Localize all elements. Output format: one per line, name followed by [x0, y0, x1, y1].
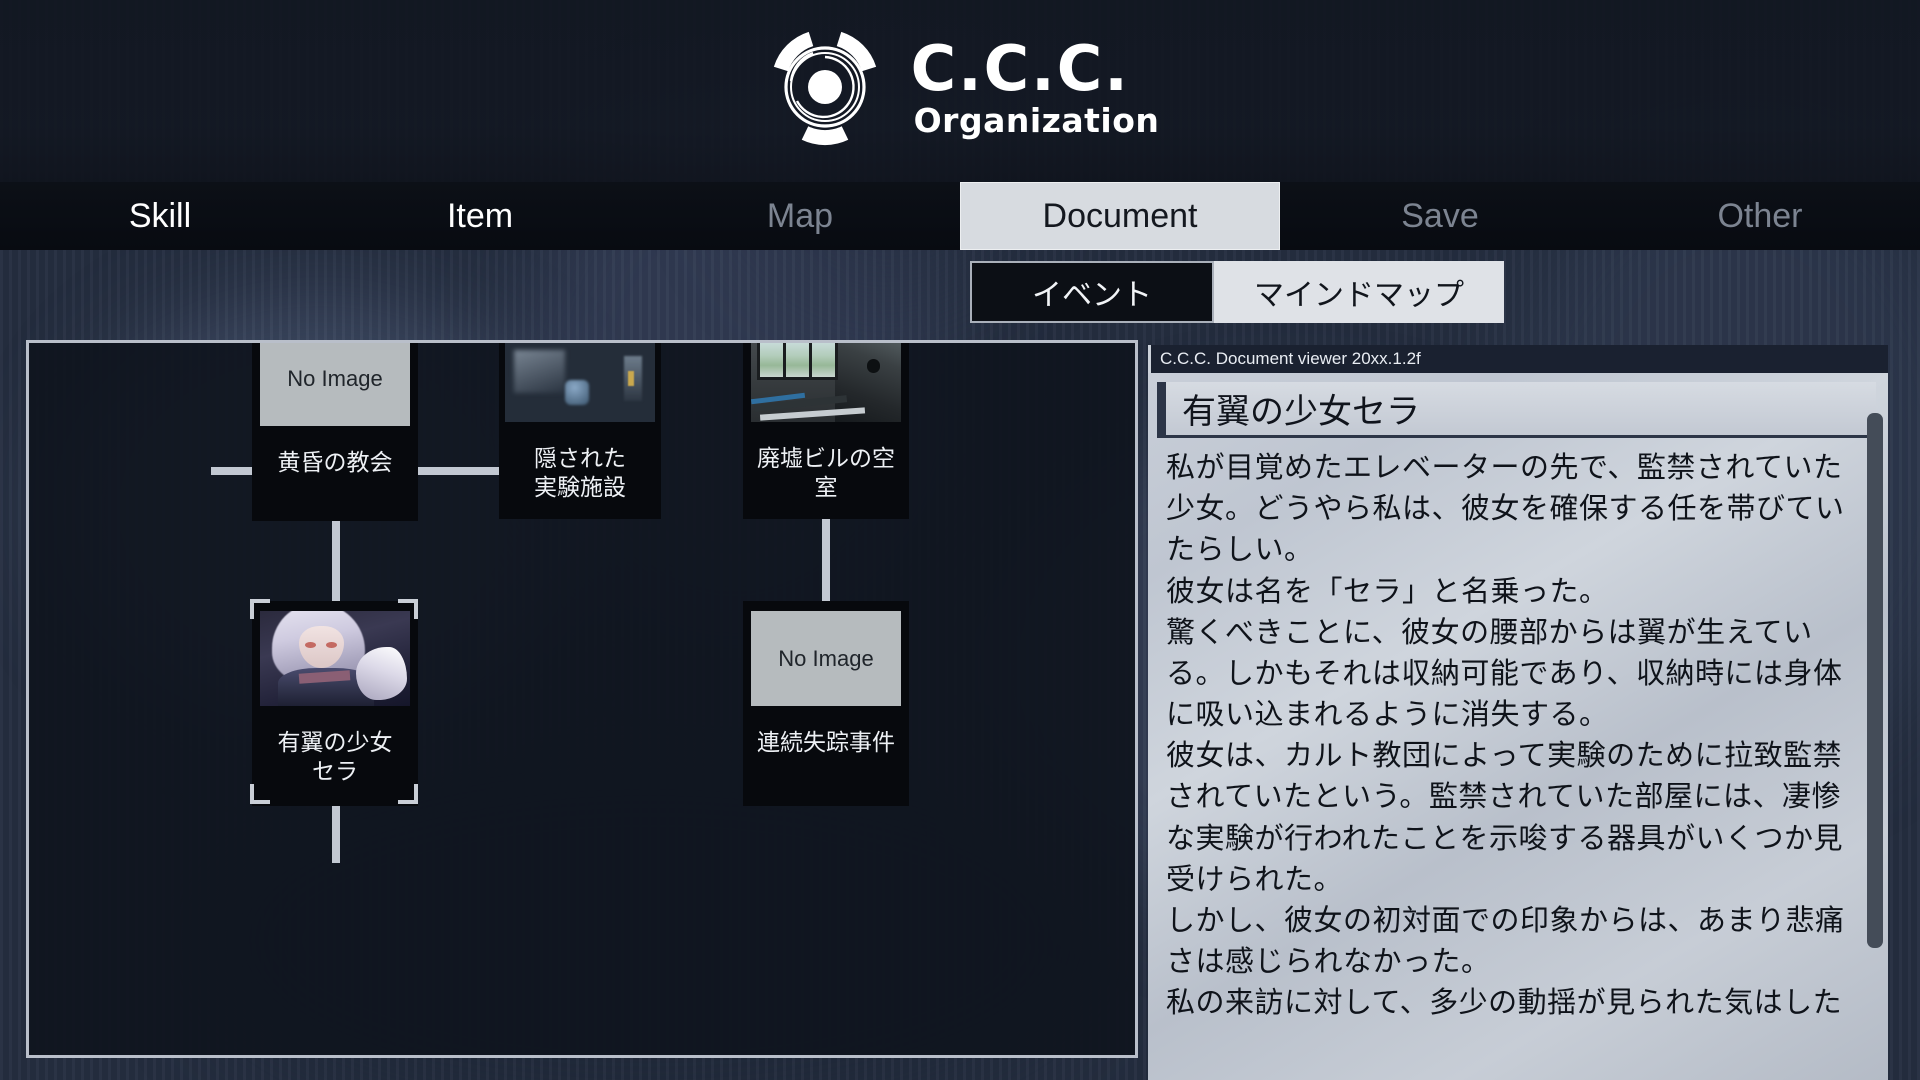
node-label: 連続失踪事件: [757, 729, 895, 755]
emblem-center-dot: [807, 70, 842, 104]
mindmap-node-ruin[interactable]: 廃墟ビルの空室: [743, 343, 909, 519]
node-thumbnail-lab: [505, 343, 655, 422]
lab-tank-shape: [565, 380, 589, 405]
ruin-window-shape: [757, 343, 838, 381]
document-heading: 有翼の少女セラ: [1182, 393, 1420, 431]
game-menu-screen: C.C.C. Organization Skill Item Map Docum…: [0, 0, 1920, 1080]
document-heading-row: 有翼の少女セラ: [1157, 382, 1876, 438]
selection-bracket-top-left: [250, 599, 270, 619]
document-viewer: C.C.C. Document viewer 20xx.1.2f 有翼の少女セラ…: [1148, 345, 1888, 1080]
ccc-circular-emblem-icon: [773, 31, 876, 146]
window-pane: [812, 343, 835, 378]
brand-subtitle: Organization: [913, 100, 1160, 140]
nav-tab-other[interactable]: Other: [1600, 182, 1920, 250]
document-subnav: イベント マインドマップ: [970, 261, 1504, 323]
node-label: 有翼の少女 セラ: [277, 729, 393, 784]
girl-eye-shape: [326, 642, 337, 649]
window-pane: [786, 343, 809, 378]
document-viewer-body: 有翼の少女セラ 私が目覚めたエレベーターの先で、監禁されていた少女。どうやら私は…: [1148, 373, 1888, 1080]
selection-bracket-top-right: [398, 599, 418, 619]
window-pane: [760, 343, 783, 378]
node-thumbnail-sera: [260, 611, 410, 706]
nav-tab-item[interactable]: Item: [320, 182, 640, 250]
brand-lockup: C.C.C. Organization: [761, 23, 1160, 151]
winged-girl-portrait-art: [260, 611, 410, 706]
node-thumbnail-placeholder: No Image: [260, 343, 410, 426]
document-scrollbar-thumb[interactable]: [1867, 413, 1883, 948]
node-thumbnail-ruin: [751, 343, 901, 422]
ruin-hole-shape: [866, 359, 880, 373]
connector-lab-ruin: [407, 467, 503, 475]
subtab-event[interactable]: イベント: [970, 261, 1214, 323]
nav-tab-skill[interactable]: Skill: [0, 182, 320, 250]
mindmap-node-sera[interactable]: 有翼の少女 セラ: [252, 601, 418, 806]
mindmap-node-missing[interactable]: No Image 連続失踪事件: [743, 601, 909, 806]
lab-corridor-art: [505, 343, 655, 422]
mindmap-panel: No Image 黄昏の教会 隠された 実験施設 廃墟ビルの空室 有翼の少女 セ…: [26, 340, 1138, 1058]
logo-header: C.C.C. Organization: [0, 0, 1920, 182]
nav-tab-map[interactable]: Map: [640, 182, 960, 250]
node-label: 廃墟ビルの空室: [757, 445, 895, 500]
document-body-text: 私が目覚めたエレベーターの先で、監禁されていた少女。どうやら私は、彼女を確保する…: [1166, 452, 1845, 1020]
mindmap-node-church[interactable]: No Image 黄昏の教会: [252, 343, 418, 521]
document-viewer-titlebar: C.C.C. Document viewer 20xx.1.2f: [1148, 345, 1888, 373]
node-thumbnail-placeholder: No Image: [751, 611, 901, 706]
node-label: 黄昏の教会: [277, 449, 393, 475]
connector-sera-down: [332, 801, 340, 863]
selection-bracket-bottom-right: [398, 784, 418, 804]
lab-marker-shape: [628, 370, 634, 386]
nav-tab-document[interactable]: Document: [960, 182, 1280, 250]
main-nav: Skill Item Map Document Save Other: [0, 182, 1920, 250]
girl-wing-shape: [356, 647, 407, 701]
selection-bracket-bottom-left: [250, 784, 270, 804]
node-label: 隠された 実験施設: [534, 445, 626, 500]
girl-eye-shape: [305, 642, 316, 649]
brand-text: C.C.C. Organization: [910, 31, 1160, 140]
mindmap-node-lab[interactable]: 隠された 実験施設: [499, 343, 661, 519]
brand-title: C.C.C.: [910, 31, 1130, 105]
nav-tab-save[interactable]: Save: [1280, 182, 1600, 250]
ruined-room-art: [751, 343, 901, 422]
subtab-mindmap[interactable]: マインドマップ: [1214, 261, 1504, 323]
